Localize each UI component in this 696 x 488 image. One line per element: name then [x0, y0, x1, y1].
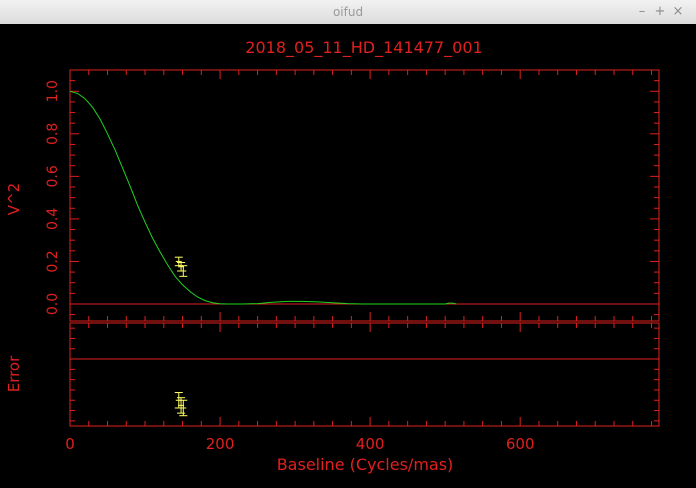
y-tick-label: 0.4 [45, 208, 61, 230]
x-tick-label: 0 [65, 435, 75, 453]
window-title: oifud [332, 5, 364, 19]
x-tick-label: 200 [206, 435, 235, 453]
maximize-icon[interactable]: + [652, 4, 668, 20]
x-tick-label: 400 [356, 435, 385, 453]
y-tick-label: 0.6 [45, 165, 61, 187]
chart-title: 2018_05_11_HD_141477_001 [245, 38, 482, 58]
plot-canvas: 0.0 0.2 0.4 0.6 0.8 1.0 0 200 400 600 2018_05_11… [0, 24, 696, 488]
error-y-axis-label: Error [5, 355, 23, 392]
close-icon[interactable]: × [670, 4, 686, 20]
y-tick-label: 0.8 [45, 123, 61, 145]
application-window: oifud – + × 0.0 0.2 0.4 0.6 0.8 1.0 0 200 400 60… [0, 0, 696, 488]
y-tick-label: 0.2 [45, 250, 61, 272]
plot-background [0, 24, 696, 488]
title-bar[interactable]: oifud – + × [0, 0, 696, 25]
minimize-icon[interactable]: – [634, 4, 650, 20]
x-tick-label: 600 [506, 435, 535, 453]
visibility-y-axis-label: V^2 [5, 183, 23, 215]
y-tick-label: 1.0 [45, 80, 61, 102]
x-axis-label: Baseline (Cycles/mas) [277, 455, 454, 474]
y-tick-label: 0.0 [45, 293, 61, 315]
